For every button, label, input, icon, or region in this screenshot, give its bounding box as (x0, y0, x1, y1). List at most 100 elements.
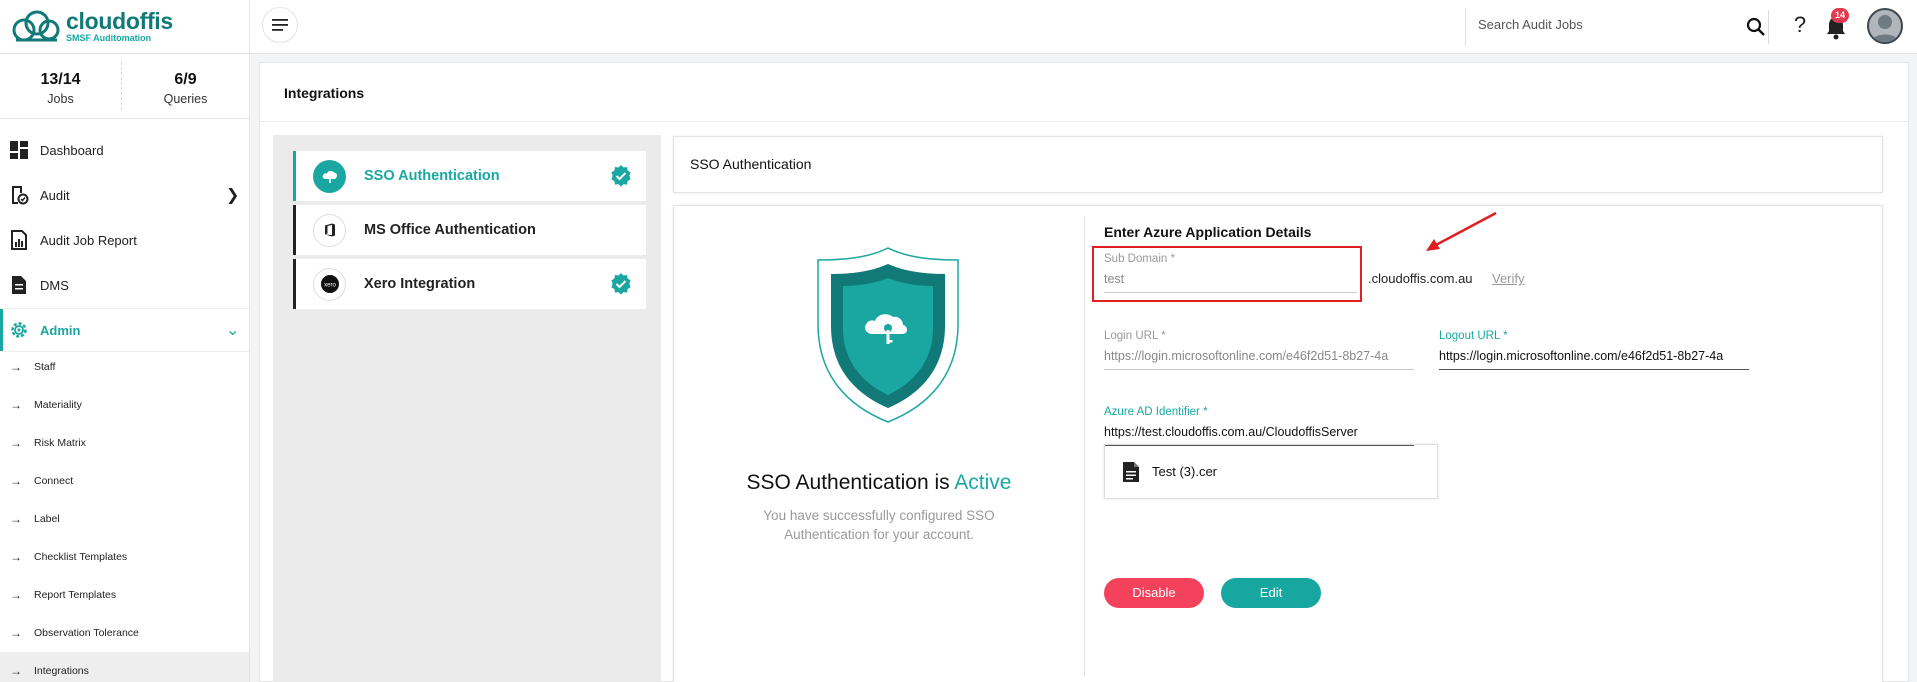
sidebar-subitem-report-templates[interactable]: → Report Templates (0, 576, 249, 614)
login-url-input[interactable] (1104, 349, 1414, 370)
top-bar: cloudoffis SMSF Auditomation ? 14 (0, 0, 1917, 54)
integration-item-sso[interactable]: SSO Authentication (293, 151, 646, 201)
menu-toggle-button[interactable] (262, 7, 298, 43)
hamburger-icon (272, 19, 288, 31)
arrow-right-icon: → (10, 626, 22, 640)
sidebar-subitem-checklist-templates[interactable]: → Checklist Templates (0, 538, 249, 576)
arrow-right-icon: → (10, 398, 22, 412)
sidebar-item-label: Audit Job Report (40, 232, 137, 248)
arrow-right-icon: → (10, 436, 22, 450)
user-avatar[interactable] (1867, 8, 1903, 44)
help-icon[interactable]: ? (1789, 12, 1811, 40)
sidebar-subitem-label-item[interactable]: → Label (0, 500, 249, 538)
user-avatar-icon (1872, 15, 1898, 42)
arrow-right-icon: → (10, 474, 22, 488)
logout-url-label-text: Logout URL (1439, 330, 1500, 342)
sso-status-prefix: SSO Authentication is (746, 471, 955, 494)
sidebar-subitem-label: Connect (34, 475, 74, 487)
office-logo-icon (313, 213, 346, 247)
sidebar-subitem-observation-tolerance[interactable]: → Observation Tolerance (0, 614, 249, 652)
sidebar-item-dms[interactable]: DMS (0, 263, 249, 307)
queries-stat-label: Queries (163, 92, 208, 106)
sub-domain-label: Sub Domain * (1104, 253, 1357, 265)
domain-suffix: .cloudoffis.com.au (1368, 271, 1473, 286)
jobs-stat[interactable]: 13/14 Jobs (0, 54, 121, 119)
main-content: Integrations SSO Authentication MS Offic… (259, 62, 1909, 682)
disable-button[interactable]: Disable (1104, 578, 1204, 608)
audit-icon (12, 186, 29, 205)
sidebar-item-audit-job-report[interactable]: Audit Job Report (0, 218, 249, 262)
sidebar: 13/14 Jobs 6/9 Queries Dashboard Audit ❯… (0, 54, 250, 682)
sso-panel-header: SSO Authentication (673, 136, 1883, 193)
sidebar-item-dashboard[interactable]: Dashboard (0, 128, 249, 172)
document-icon (12, 276, 26, 294)
azure-ad-identifier-label: Azure AD Identifier * (1104, 406, 1414, 418)
page-title: Integrations (284, 85, 365, 101)
panel-divider (1084, 216, 1085, 676)
search-input[interactable] (1478, 17, 1728, 32)
sub-domain-field: Sub Domain * (1104, 253, 1357, 293)
sub-domain-input[interactable] (1104, 272, 1357, 293)
edit-button[interactable]: Edit (1221, 578, 1321, 608)
verify-link[interactable]: Verify (1492, 271, 1525, 286)
sidebar-subitem-connect[interactable]: → Connect (0, 462, 249, 500)
arrow-right-icon: → (10, 588, 22, 602)
sso-panel-title: SSO Authentication (690, 156, 812, 172)
chevron-right-icon: ❯ (226, 187, 240, 204)
required-mark: * (1170, 253, 1175, 265)
brand-tagline: SMSF Auditomation (66, 32, 152, 43)
svg-text:xero: xero (324, 283, 336, 289)
sidebar-item-label: DMS (40, 277, 69, 293)
sidebar-subitem-risk-matrix[interactable]: → Risk Matrix (0, 424, 249, 462)
job-stats: 13/14 Jobs 6/9 Queries (0, 54, 249, 119)
dashboard-icon (10, 141, 28, 159)
brand-name: cloudoffis (66, 7, 173, 34)
sidebar-subitem-label: Integrations (34, 665, 89, 677)
sso-status-description: You have successfully configured SSO Aut… (763, 508, 995, 542)
sidebar-item-admin[interactable]: Admin ⌄ (0, 308, 249, 352)
sidebar-item-audit[interactable]: Audit ❯ (0, 173, 249, 217)
sidebar-subitem-label: Report Templates (34, 589, 117, 601)
certificate-file-card[interactable]: Test (3).cer (1104, 444, 1438, 499)
integration-item-xero[interactable]: xero Xero Integration (293, 259, 646, 309)
verified-badge-icon (611, 165, 631, 187)
sidebar-subitem-label: Staff (34, 361, 56, 373)
sidebar-item-label: Admin (40, 322, 81, 338)
sidebar-subitem-label: Risk Matrix (34, 437, 86, 449)
integration-label: Xero Integration (364, 276, 476, 292)
sidebar-subitem-label: Label (34, 513, 60, 525)
sidebar-subitem-staff[interactable]: → Staff (0, 348, 249, 386)
brand-logo[interactable]: cloudoffis SMSF Auditomation (10, 6, 250, 46)
sidebar-subitem-materiality[interactable]: → Materiality (0, 386, 249, 424)
azure-ad-identifier-field: Azure AD Identifier * (1104, 406, 1414, 446)
search-icon[interactable] (1745, 16, 1767, 38)
required-mark: * (1161, 330, 1166, 342)
xero-logo-icon: xero (313, 267, 346, 301)
notification-count-badge: 14 (1831, 8, 1849, 23)
sidebar-subitem-label: Observation Tolerance (34, 627, 139, 639)
logout-url-input[interactable] (1439, 349, 1749, 370)
sso-panel-body: SSO Authentication is Active You have su… (673, 205, 1883, 682)
sidebar-subitem-label: Materiality (34, 399, 82, 411)
required-mark: * (1503, 330, 1508, 342)
logout-url-field: Logout URL * (1439, 330, 1749, 370)
sidebar-subitem-integrations[interactable]: → Integrations (0, 652, 249, 682)
form-title: Enter Azure Application Details (1104, 224, 1312, 240)
queries-stat-value: 6/9 (174, 71, 197, 88)
cloud-logo-icon (12, 10, 60, 42)
sub-domain-label-text: Sub Domain (1104, 253, 1168, 265)
red-annotation-arrow (1426, 211, 1497, 251)
integration-label: MS Office Authentication (364, 222, 536, 238)
verified-badge-icon (611, 273, 631, 295)
azure-ad-identifier-label-text: Azure AD Identifier (1104, 406, 1200, 418)
queries-stat[interactable]: 6/9 Queries (122, 54, 249, 119)
sso-status-title: SSO Authentication is Active (674, 471, 1084, 495)
integration-item-ms-office[interactable]: MS Office Authentication (293, 205, 646, 255)
arrow-right-icon: → (10, 664, 22, 678)
title-divider (260, 121, 1908, 122)
sidebar-subitem-label: Checklist Templates (34, 551, 128, 563)
file-icon (1123, 461, 1139, 482)
shield-cloud-key-icon (817, 247, 959, 423)
cloud-key-icon (313, 159, 346, 193)
azure-ad-identifier-input[interactable] (1104, 425, 1414, 446)
